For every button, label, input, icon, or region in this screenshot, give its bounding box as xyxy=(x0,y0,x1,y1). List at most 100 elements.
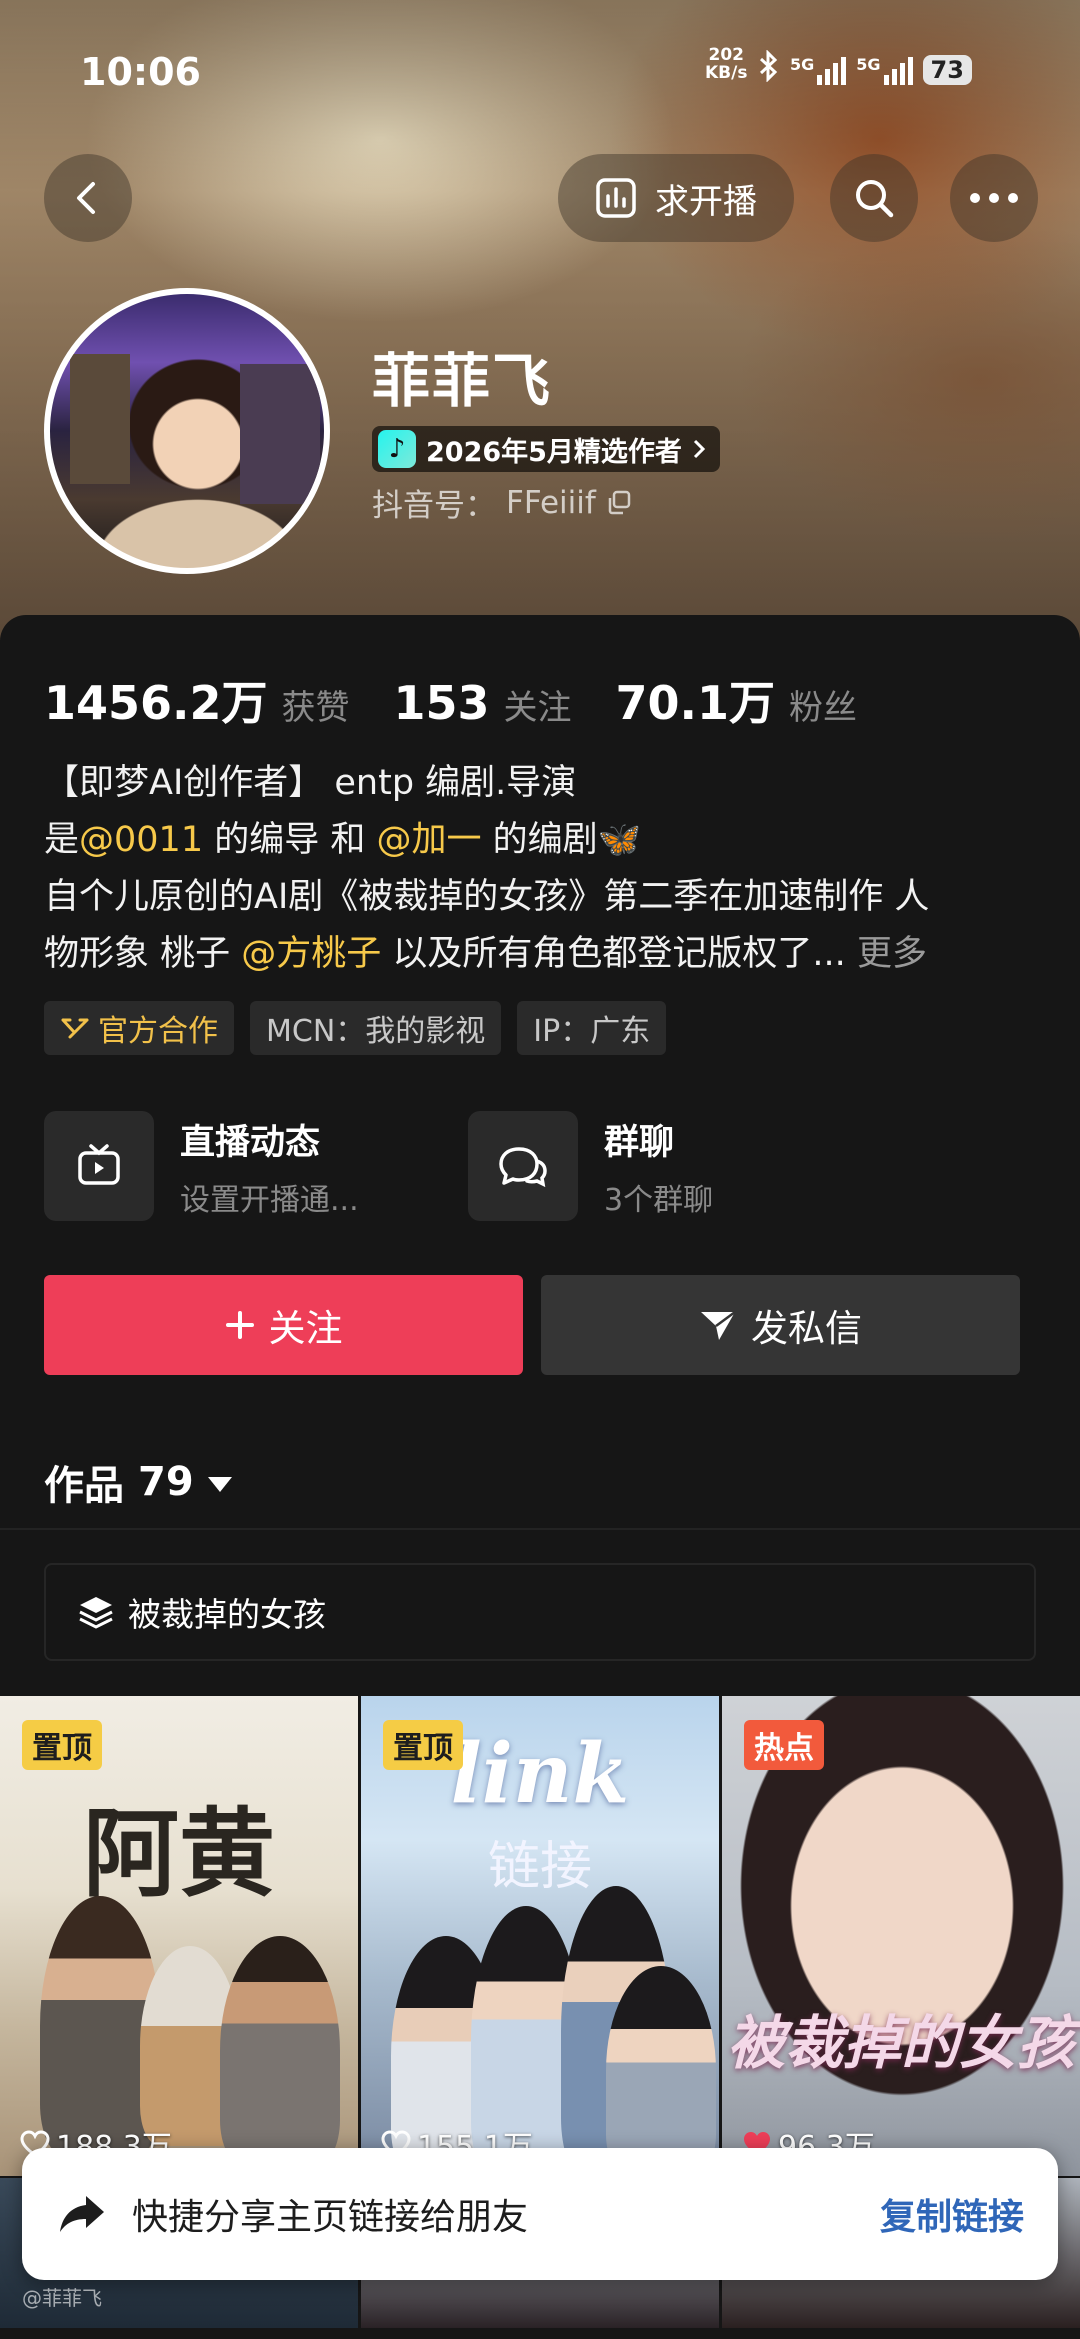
bio-text: 是 xyxy=(44,820,80,860)
live-updates-text: 直播动态 设置开播通... xyxy=(180,1114,359,1219)
chat-bubbles-icon xyxy=(468,1111,578,1221)
tag-mcn[interactable]: MCN：我的影视 xyxy=(250,1001,502,1055)
bio[interactable]: 【即梦AI创作者】 entp 编剧.导演 是@0011 的编导 和 @加一 的编… xyxy=(44,755,1044,983)
live-updates-title: 直播动态 xyxy=(180,1122,321,1163)
bio-text: 物形象 桃子 xyxy=(44,934,242,974)
copy-icon xyxy=(608,490,631,514)
caret-down-icon xyxy=(207,1476,232,1492)
net-speed-value: 202 xyxy=(708,45,744,65)
handshake-icon xyxy=(61,1018,89,1039)
stats-row: 1456.2万 获赞 153 关注 70.1万 粉丝 xyxy=(44,667,901,733)
entries-row: 直播动态 设置开播通... 群聊 3个群聊 xyxy=(44,1110,1044,1222)
bio-line-3: 自个儿原创的AI剧《被裁掉的女孩》第二季在加速制作 人 xyxy=(44,877,930,917)
video-thumbnail[interactable]: link 链接 置顶 155.1万 xyxy=(361,1696,719,2176)
message-label: 发私信 xyxy=(751,1307,862,1350)
butterfly-icon: 🦋 xyxy=(597,820,642,860)
pinned-badge: 置顶 xyxy=(22,1720,102,1770)
figure-girl xyxy=(606,1966,716,2176)
tv-icon xyxy=(44,1111,154,1221)
plus-icon xyxy=(225,1311,254,1339)
figure-boy xyxy=(220,1936,340,2166)
stat-followers-label: 粉丝 xyxy=(789,688,858,728)
tags-row: 官方合作 MCN：我的影视 IP：广东 xyxy=(44,1001,667,1055)
battery-indicator: 73 xyxy=(922,54,972,85)
video-thumbnail[interactable]: 被裁掉的女孩 热点 96.3万 xyxy=(722,1696,1080,2176)
layers-icon xyxy=(79,1597,113,1629)
tag-official-label: 官方合作 xyxy=(98,1014,218,1049)
more-button[interactable] xyxy=(950,154,1038,242)
bio-text: 的编导 和 xyxy=(203,820,377,860)
pinned-badge: 置顶 xyxy=(383,1720,463,1770)
bio-more-button[interactable]: 更多 xyxy=(857,934,927,974)
chevron-right-icon xyxy=(693,439,706,459)
tag-ip: IP：广东 xyxy=(517,1001,667,1055)
status-bar: 10:06 202 KB/s 5G 5G 73 xyxy=(0,40,1080,100)
net-speed: 202 KB/s xyxy=(705,46,747,82)
mention-link[interactable]: @加一 xyxy=(376,820,481,860)
search-button[interactable] xyxy=(830,154,918,242)
back-button[interactable] xyxy=(44,154,132,242)
copy-link-button[interactable]: 复制链接 xyxy=(880,2188,1024,2240)
more-dots-icon xyxy=(970,193,1018,203)
stat-following-value: 153 xyxy=(393,676,490,730)
bio-text: 以及所有角色都登记版权了... xyxy=(381,934,846,974)
video-title: 被裁掉的女孩 xyxy=(726,2009,1075,2077)
bio-line-4: 物形象 桃子 @方桃子 以及所有角色都登记版权了... 更多 xyxy=(44,926,1044,983)
video-subtitle: 链接 xyxy=(487,1837,592,1897)
mention-link[interactable]: @0011 xyxy=(79,820,203,860)
signal-icon-2: 5G xyxy=(856,55,913,85)
profile-name: 菲菲飞 xyxy=(372,347,553,415)
live-updates-entry[interactable]: 直播动态 设置开播通... xyxy=(44,1110,359,1222)
divider xyxy=(0,1528,1080,1530)
group-chat-sub: 3个群聊 xyxy=(604,1182,714,1218)
bio-text: 的编剧 xyxy=(481,820,598,860)
share-toast: 快捷分享主页链接给朋友 复制链接 xyxy=(22,2148,1058,2280)
works-tab[interactable]: 作品 79 xyxy=(44,1453,232,1511)
bar-chart-icon xyxy=(596,178,636,218)
live-updates-sub: 设置开播通... xyxy=(180,1182,359,1218)
status-icons: 5G 5G 73 xyxy=(758,49,972,89)
badge-label: 2026年5月精选作者 xyxy=(426,436,682,468)
stat-following-label: 关注 xyxy=(503,688,572,728)
profile-card: 1456.2万 获赞 153 关注 70.1万 粉丝 【即梦AI创作者】 ent… xyxy=(0,615,1080,2339)
mention-link[interactable]: @方桃子 xyxy=(241,934,381,974)
featured-author-badge[interactable]: ♪ 2026年5月精选作者 xyxy=(372,426,720,472)
send-icon xyxy=(701,1310,736,1340)
collection-entry[interactable]: 被裁掉的女孩 xyxy=(44,1563,1036,1661)
avatar-building xyxy=(70,354,130,484)
bluetooth-icon xyxy=(758,49,780,89)
stat-followers[interactable]: 70.1万 粉丝 xyxy=(616,667,858,733)
collection-label: 被裁掉的女孩 xyxy=(128,1595,326,1634)
avatar[interactable] xyxy=(44,288,330,574)
follow-button[interactable]: 关注 xyxy=(44,1275,523,1375)
signal-icon: 5G xyxy=(790,55,847,85)
request-live-button[interactable]: 求开播 xyxy=(558,154,794,242)
action-buttons: 关注 发私信 xyxy=(44,1275,1020,1375)
tag-official[interactable]: 官方合作 xyxy=(44,1001,234,1055)
message-button[interactable]: 发私信 xyxy=(541,1275,1020,1375)
group-chat-entry[interactable]: 群聊 3个群聊 xyxy=(468,1110,713,1222)
stat-likes[interactable]: 1456.2万 获赞 xyxy=(44,667,350,733)
watermark: @菲菲飞 xyxy=(22,2286,102,2310)
video-thumbnail[interactable]: 阿黄 置顶 188.3万 xyxy=(0,1696,358,2176)
share-arrow-icon xyxy=(60,2196,104,2232)
hot-badge: 热点 xyxy=(744,1720,824,1770)
video-title: 阿黄 xyxy=(83,1797,275,1910)
search-icon xyxy=(856,180,894,218)
works-count: 79 xyxy=(138,1459,194,1505)
request-live-label: 求开播 xyxy=(655,181,757,222)
chevron-left-icon xyxy=(77,182,95,214)
share-toast-text: 快捷分享主页链接给朋友 xyxy=(132,2197,529,2238)
group-chat-text: 群聊 3个群聊 xyxy=(604,1114,713,1219)
douyin-logo-icon: ♪ xyxy=(378,430,416,468)
top-nav: 求开播 xyxy=(0,150,1080,246)
stat-likes-value: 1456.2万 xyxy=(44,676,268,730)
stat-following[interactable]: 153 关注 xyxy=(394,676,572,730)
douyin-id-value: FFeiiif xyxy=(506,484,596,521)
douyin-id[interactable]: 抖音号： FFeiiif xyxy=(372,480,632,525)
follow-label: 关注 xyxy=(268,1307,343,1350)
net-speed-unit: KB/s xyxy=(705,63,748,83)
works-label: 作品 xyxy=(44,1463,124,1509)
douyin-id-label: 抖音号： xyxy=(372,488,496,524)
bio-line-1: 【即梦AI创作者】 entp 编剧.导演 xyxy=(44,763,577,803)
